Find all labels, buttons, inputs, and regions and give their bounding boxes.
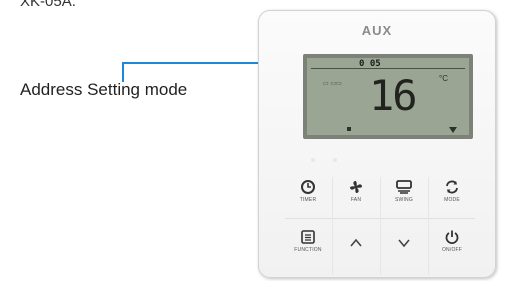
swing-label: SWING [395,197,413,203]
lcd-address-code: 0 05 [359,59,381,69]
on-off-label: ON/OFF [441,247,463,253]
lcd-indicator-dot [347,127,351,131]
status-led [311,158,315,162]
lcd-indicator-triangle [449,127,457,133]
timer-button[interactable]: TIMER [285,173,331,217]
swing-icon [396,180,412,194]
mode-label: MODE [444,197,460,203]
clock-icon [301,180,315,194]
fan-icon [350,181,362,193]
function-label: FUNCTION [294,247,322,253]
chevron-down-icon [398,239,410,248]
menu-icon [301,230,315,244]
on-off-button[interactable]: ON/OFF [429,223,475,267]
fan-label: FAN [350,197,362,203]
address-setting-callout-label: Address Setting mode [20,80,188,99]
up-button[interactable] [333,223,379,267]
timer-label: TIMER [299,197,317,203]
mode-button[interactable]: MODE [429,173,475,217]
chevron-up-icon [350,238,362,247]
fan-button[interactable]: FAN [333,173,379,217]
power-icon [445,230,459,244]
lcd-small-segments: ▭ ▭▭ [323,81,342,87]
swing-button[interactable]: SWING [381,173,427,217]
lcd-display: 0 05 ▭ ▭▭ 16 °C [303,54,473,139]
callout-leader-vertical [122,62,124,82]
status-led [333,158,337,162]
wired-controller-panel: AUX 0 05 ▭ ▭▭ 16 °C TIMER FAN SWING MODE… [258,10,496,278]
status-leds [311,149,355,167]
document-caption: XK-05A. [20,0,76,10]
lcd-status-bar [311,68,465,69]
cycle-icon [446,180,458,194]
brand-logo: AUX [361,23,393,38]
lcd-temperature-unit: °C [439,74,448,83]
lcd-temperature: 16 [369,71,418,120]
down-button[interactable] [381,223,427,267]
function-button[interactable]: FUNCTION [285,223,331,267]
